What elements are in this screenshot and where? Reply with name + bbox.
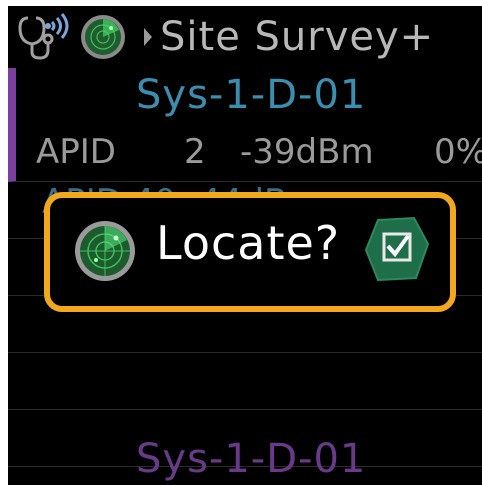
radar-icon xyxy=(75,221,135,281)
header-bar: Site Survey+ xyxy=(8,6,482,68)
chevron-right-icon xyxy=(144,28,152,46)
locate-dialog: Locate? xyxy=(44,192,456,312)
footer-selected-name: Sys-1-D-01 xyxy=(136,436,367,482)
stethoscope-wireless-icon[interactable] xyxy=(14,12,76,60)
ap-percent: 0% xyxy=(434,132,482,172)
ap-name: Sys-1-D-01 xyxy=(136,72,367,118)
page-title: Site Survey+ xyxy=(160,14,435,60)
ap-channel: 2 xyxy=(184,132,206,172)
ap-type: APID xyxy=(36,132,116,172)
radar-icon[interactable] xyxy=(80,14,126,60)
dialog-message: Locate? xyxy=(156,216,341,270)
device-screen: Site Survey+ Sys-1-D-01 APID 2 -39dBm 0%… xyxy=(8,6,482,485)
ap-signal: -39dBm xyxy=(240,132,374,172)
list-item-empty xyxy=(8,353,482,410)
confirm-checkbox-button[interactable] xyxy=(364,214,430,284)
list-item-selected[interactable]: Sys-1-D-01 APID 2 -39dBm 0% xyxy=(8,68,482,182)
